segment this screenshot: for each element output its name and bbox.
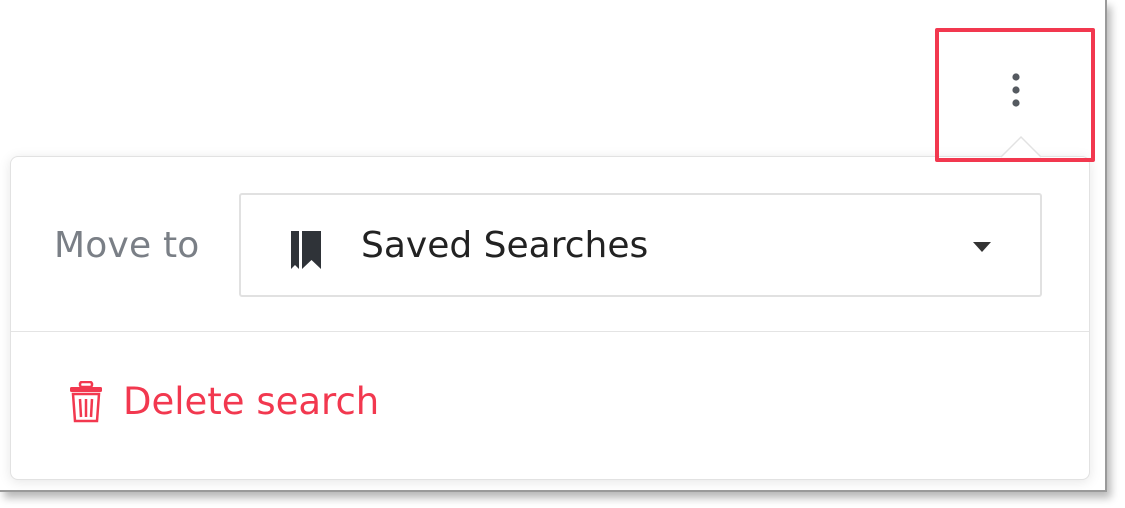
move-to-label: Move to (54, 225, 200, 266)
trash-icon (70, 380, 102, 422)
caret-down-icon (973, 242, 991, 252)
screenshot-frame: Move to Saved Searches Delete search (0, 0, 1107, 492)
menu-pointer (1000, 135, 1042, 158)
folder-select[interactable]: Saved Searches (239, 193, 1042, 297)
folder-select-value: Saved Searches (361, 225, 649, 266)
delete-row: Delete search (11, 332, 1089, 479)
options-dropdown-menu: Move to Saved Searches Delete search (10, 156, 1090, 480)
delete-search-label: Delete search (123, 380, 380, 423)
vertical-ellipsis-icon (1012, 73, 1020, 107)
bookmark-icon (291, 231, 321, 269)
more-options-button[interactable] (995, 68, 1037, 112)
delete-search-button[interactable]: Delete search (69, 380, 379, 423)
move-to-row: Move to Saved Searches (11, 157, 1089, 332)
